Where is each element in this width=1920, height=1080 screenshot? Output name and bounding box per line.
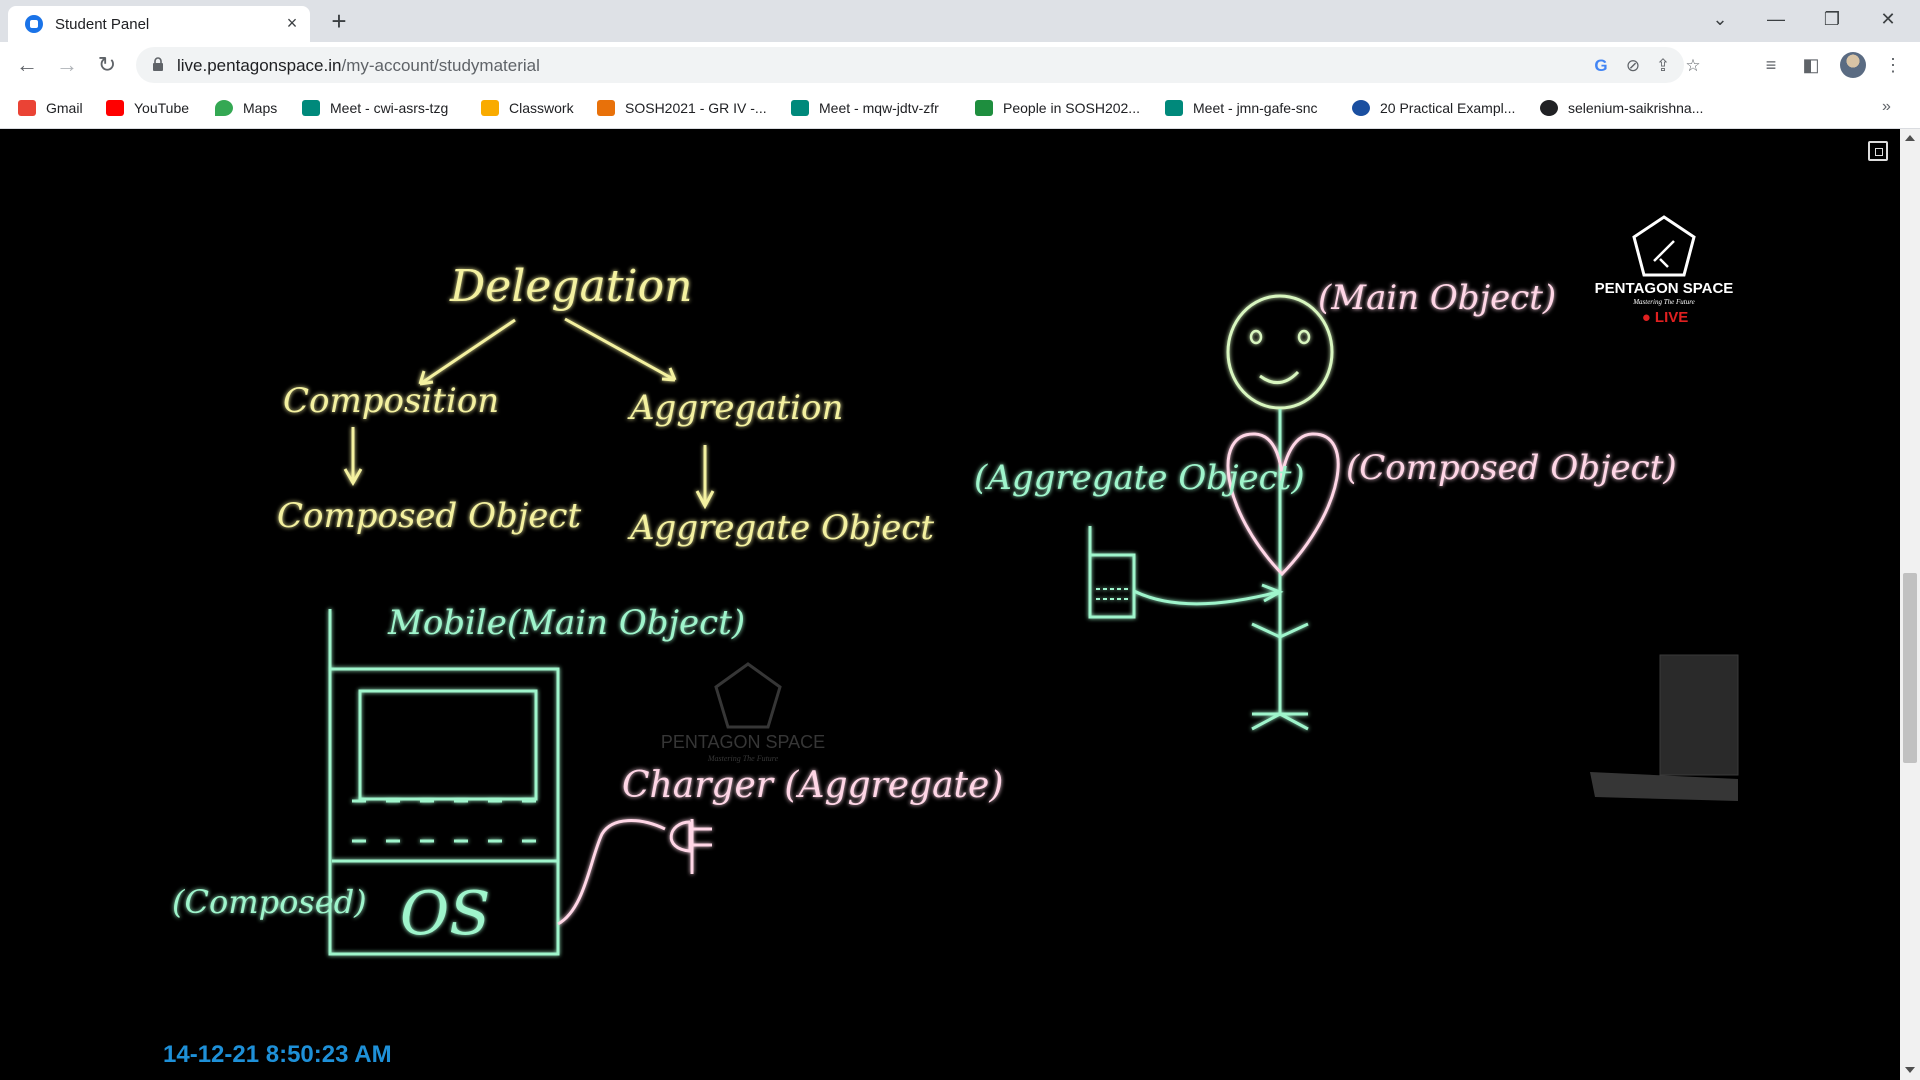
fullscreen-icon[interactable]: [1868, 141, 1888, 161]
composition-arrow: [343, 427, 363, 487]
heart-composed-object: [1226, 432, 1340, 577]
figure-legs: [1251, 712, 1309, 731]
restore-button[interactable]: ❐: [1804, 0, 1860, 38]
scroll-up-arrow-icon[interactable]: [1905, 135, 1915, 141]
maps-icon: [215, 100, 233, 116]
bookmark-people[interactable]: People in SOSH202...: [975, 96, 1140, 120]
composition-label: Composition: [283, 381, 499, 421]
video-timestamp: 14-12-21 8:50:23 AM: [163, 1041, 392, 1068]
arrow-phone-to-figure: [1133, 583, 1284, 606]
browser-chrome: Student Panel × + ⌄ — ❐ ✕ ← → ↻ live.pen…: [0, 0, 1920, 129]
figure-eye: [1249, 329, 1263, 345]
profile-avatar[interactable]: [1840, 52, 1866, 78]
google-translate-icon[interactable]: G: [1590, 55, 1612, 77]
youtube-icon: [106, 100, 124, 116]
aggregation-label: Aggregation: [627, 388, 843, 428]
figure-head: [1226, 294, 1334, 410]
tab-strip: Student Panel × + ⌄ — ❐ ✕: [0, 0, 1920, 42]
forward-button[interactable]: →: [52, 50, 82, 80]
scroll-thumb[interactable]: [1903, 573, 1917, 763]
mobile-main-object-label: Mobile(Main Object): [387, 603, 745, 643]
video-player[interactable]: Delegation Composition Aggregation Compo…: [0, 129, 1900, 1080]
pentagon-logo-icon: [1632, 215, 1696, 277]
phone-keys: [1096, 588, 1128, 600]
meet-icon: [791, 100, 809, 116]
lock-icon: [153, 57, 163, 71]
tab-student-panel[interactable]: Student Panel ×: [8, 6, 310, 42]
minimize-button[interactable]: —: [1748, 0, 1804, 38]
toolbar: ← → ↻ live.pentagonspace.in/my-account/s…: [0, 42, 1920, 88]
meet-icon: [302, 100, 320, 116]
reload-button[interactable]: ↻: [92, 50, 122, 80]
brand-logo: PENTAGON SPACE Mastering The Future ● LI…: [1595, 215, 1734, 326]
bookmark-meet-1[interactable]: Meet - cwi-asrs-tzg: [302, 96, 448, 120]
composed-object-label: Composed Object: [277, 496, 581, 536]
composed-object-tag: (Composed Object): [1346, 448, 1677, 488]
tab-close-icon[interactable]: ×: [281, 12, 303, 34]
bookmark-maps[interactable]: Maps: [215, 96, 277, 120]
bookmark-star-icon[interactable]: ☆: [1682, 55, 1704, 77]
charger-plug: [669, 820, 692, 853]
composed-tag-label: (Composed): [172, 883, 367, 921]
scroll-down-arrow-icon[interactable]: [1905, 1067, 1915, 1073]
aggregate-object-tag: (Aggregate Object): [974, 458, 1305, 498]
menu-kebab-icon[interactable]: ⋮: [1880, 52, 1906, 78]
center-watermark: PENTAGON SPACE Mastering The Future: [661, 662, 825, 763]
watermark-tagline: Mastering The Future: [707, 754, 779, 763]
bookmark-practical[interactable]: 20 Practical Exampl...: [1352, 96, 1515, 120]
delegation-heading: Delegation: [449, 261, 692, 312]
share-icon[interactable]: ⇪: [1652, 55, 1674, 77]
address-bar[interactable]: live.pentagonspace.in/my-account/studyma…: [136, 47, 1701, 83]
bookmark-classwork[interactable]: Classwork: [481, 96, 574, 120]
charger-aggregate-label: Charger (Aggregate): [622, 765, 1003, 806]
close-window-button[interactable]: ✕: [1860, 0, 1916, 38]
bookmarks-overflow-button[interactable]: »: [1882, 98, 1891, 116]
tab-search-button[interactable]: ⌄: [1692, 0, 1748, 38]
watermark-brand: PENTAGON SPACE: [661, 732, 825, 752]
pentagon-logo-icon: [714, 662, 782, 729]
back-button[interactable]: ←: [12, 50, 42, 80]
classroom-icon: [481, 100, 499, 116]
bookmark-meet-2[interactable]: Meet - mqw-jdtv-zfr: [791, 96, 939, 120]
bookmark-youtube[interactable]: YouTube: [106, 96, 189, 120]
meet-icon: [1165, 100, 1183, 116]
whiteboard-drawing: Delegation Composition Aggregation Compo…: [172, 215, 1739, 956]
gmail-icon: [18, 100, 36, 116]
logo-tagline: Mastering The Future: [1632, 298, 1695, 306]
charger-cable: [557, 819, 666, 926]
logo-brand: PENTAGON SPACE: [1595, 280, 1734, 297]
url-text: live.pentagonspace.in/my-account/studyma…: [177, 56, 540, 75]
bookmark-selenium[interactable]: selenium-saikrishna...: [1540, 96, 1703, 120]
os-label: OS: [400, 879, 490, 949]
bookmark-meet-3[interactable]: Meet - jmn-gafe-snc: [1165, 96, 1317, 120]
shield-icon: [1352, 100, 1370, 116]
site-favicon-icon: [25, 15, 43, 33]
pen-nib-icon: [1653, 240, 1675, 268]
new-tab-button[interactable]: +: [325, 7, 353, 35]
sheets-icon: [597, 100, 615, 116]
bookmarks-bar: Gmail YouTube Maps Meet - cwi-asrs-tzg C…: [0, 88, 1920, 129]
mobile-screen: [358, 689, 538, 801]
phone-aggregate: [1088, 553, 1136, 619]
github-icon: [1540, 100, 1558, 116]
aggregate-object-label: Aggregate Object: [627, 508, 934, 548]
figure-smile: [1259, 370, 1300, 384]
charger-prongs: [690, 819, 712, 874]
bookmark-gmail[interactable]: Gmail: [18, 96, 83, 120]
bookmark-sosh2021[interactable]: SOSH2021 - GR IV -...: [597, 96, 767, 120]
classroom-icon: [975, 100, 993, 116]
aggregation-arrow: [695, 445, 715, 510]
tab-title: Student Panel: [55, 16, 150, 33]
arrow-to-aggregation: [564, 317, 676, 382]
main-object-label: (Main Object): [1318, 278, 1556, 318]
side-panel-icon[interactable]: ◧: [1798, 52, 1824, 78]
camera-glimpse: [1590, 654, 1739, 801]
reading-list-icon[interactable]: ≡: [1758, 52, 1784, 78]
live-badge: ● LIVE: [1642, 309, 1689, 326]
figure-eye: [1297, 329, 1311, 345]
tracking-protection-icon[interactable]: ⊘: [1622, 55, 1644, 77]
arrow-to-composition: [419, 318, 516, 386]
page-scrollbar[interactable]: [1900, 129, 1920, 1080]
